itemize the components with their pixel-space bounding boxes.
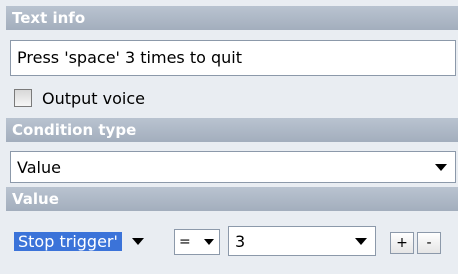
trigger-value-text: Stop trigger' <box>14 231 122 251</box>
chevron-down-icon <box>435 163 447 171</box>
output-voice-checkbox[interactable] <box>14 89 32 107</box>
text-info-input[interactable]: Press 'space' 3 times to quit <box>10 40 456 76</box>
output-voice-row[interactable]: Output voice <box>14 86 145 110</box>
operator-value: = <box>179 234 191 250</box>
trigger-dropdown[interactable]: Stop trigger' <box>14 226 164 256</box>
operator-dropdown[interactable]: = <box>174 229 220 255</box>
number-value: 3 <box>235 231 246 251</box>
chevron-down-icon <box>355 237 367 245</box>
condition-type-dropdown[interactable]: Value <box>10 151 456 183</box>
increment-button[interactable]: + <box>390 232 414 254</box>
condition-type-header: Condition type <box>6 118 458 142</box>
text-info-header: Text info <box>6 6 458 30</box>
decrement-button[interactable]: - <box>417 232 441 254</box>
value-header: Value <box>6 187 458 211</box>
output-voice-label: Output voice <box>42 88 146 108</box>
condition-type-value: Value <box>17 157 61 177</box>
trigger-value: Stop trigger' <box>14 231 122 251</box>
number-dropdown[interactable]: 3 <box>228 226 376 256</box>
chevron-down-icon <box>131 237 144 245</box>
chevron-down-icon <box>204 239 214 245</box>
